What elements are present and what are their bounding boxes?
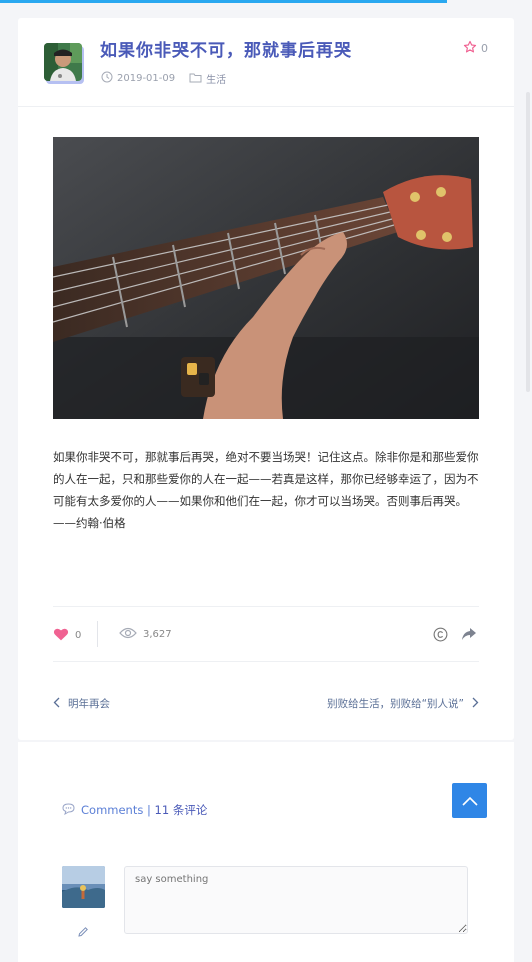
reading-progress-bar — [0, 0, 532, 3]
pencil-icon[interactable] — [77, 923, 89, 942]
commenter-avatar — [62, 866, 105, 908]
post-category[interactable]: 生活 — [206, 71, 226, 86]
comments-header: Comments | 11 条评论 — [62, 802, 207, 818]
eye-icon — [119, 627, 143, 642]
previous-post-link[interactable]: 明年再会 — [53, 696, 110, 711]
chevron-right-icon — [464, 697, 479, 711]
chevron-left-icon — [53, 697, 68, 711]
next-post-title: 别败给生活，别败给“别人说” — [327, 698, 464, 710]
post-meta: 2019-01-09 生活 — [101, 71, 226, 86]
comments-label: Comments | — [81, 803, 151, 817]
share-icon[interactable] — [461, 626, 477, 645]
favorite-count: 0 — [481, 42, 488, 55]
post-featured-image — [53, 137, 479, 419]
next-post-link[interactable]: 别败给生活，别败给“别人说” — [327, 696, 479, 711]
favorite-button[interactable]: 0 — [463, 40, 488, 57]
comments-count: 11 条评论 — [154, 803, 208, 817]
comment-input[interactable] — [124, 866, 468, 934]
post-content: 如果你非哭不可，那就事后再哭，绝对不要当场哭！记住这点。除非你是和那些爱你的人在… — [53, 450, 479, 530]
back-to-top-button[interactable] — [452, 783, 487, 818]
post-header: 如果你非哭不可，那就事后再哭 2019-01-09 生活 0 — [18, 18, 514, 107]
author-avatar[interactable] — [44, 43, 82, 81]
actions-divider — [97, 621, 98, 647]
post-card: 如果你非哭不可，那就事后再哭 2019-01-09 生活 0 如果你非哭不可，那… — [18, 18, 514, 740]
post-date: 2019-01-09 — [117, 73, 176, 84]
copyright-icon[interactable] — [433, 627, 448, 646]
folder-icon — [189, 72, 202, 86]
chevron-up-icon — [461, 791, 478, 810]
view-count: 3,627 — [143, 629, 172, 640]
star-icon — [463, 40, 481, 57]
heart-icon — [53, 627, 75, 644]
view-counter: 3,627 — [119, 627, 172, 642]
like-count: 0 — [75, 630, 82, 641]
reading-progress-fill — [0, 0, 447, 3]
previous-post-title: 明年再会 — [68, 698, 110, 710]
chat-icon — [62, 802, 81, 818]
clock-icon — [101, 71, 113, 86]
like-button[interactable]: 0 — [53, 627, 81, 644]
comments-section: Comments | 11 条评论 — [18, 742, 514, 962]
post-title[interactable]: 如果你非哭不可，那就事后再哭 — [100, 36, 352, 61]
scrollbar-thumb[interactable] — [526, 92, 530, 392]
post-actions-bar: 0 3,627 — [53, 606, 479, 662]
